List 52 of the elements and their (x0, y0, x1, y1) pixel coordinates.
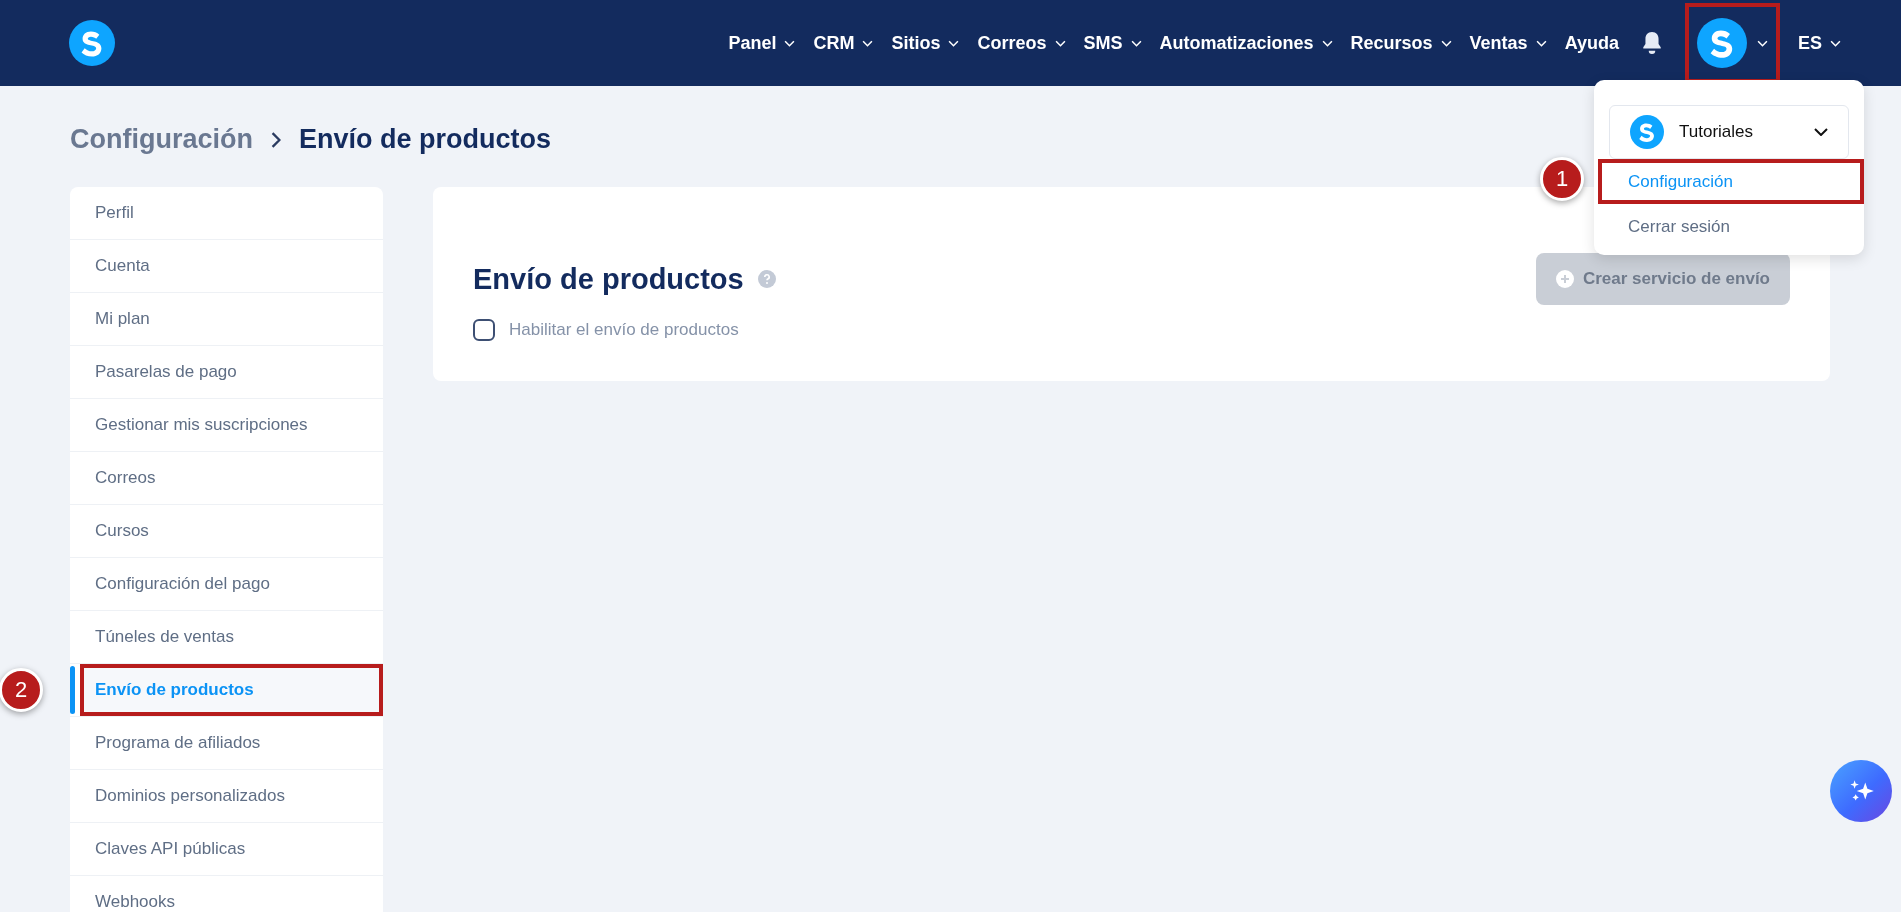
nav-menu-item[interactable]: Panel (728, 32, 796, 54)
nav-menu-item[interactable]: Ventas (1469, 32, 1547, 54)
sidebar-item[interactable]: Webhooks (70, 876, 383, 912)
step-marker: 2 (0, 668, 43, 712)
sidebar-item[interactable]: Claves API públicas (70, 823, 383, 875)
nav-menu-item[interactable]: Recursos (1350, 32, 1452, 54)
nav-menu-item[interactable]: Automatizaciones (1159, 32, 1333, 54)
chevron-down-icon (862, 39, 874, 47)
chevron-down-icon (1054, 39, 1066, 47)
sidebar-item[interactable]: Gestionar mis suscripciones (70, 399, 383, 451)
bell-icon[interactable] (1641, 31, 1663, 55)
dropdown-menu-item[interactable]: Configuración (1598, 159, 1864, 204)
page-title: Envío de productos (299, 124, 552, 155)
nav-menu-item[interactable]: CRM (813, 32, 874, 54)
chevron-down-icon (1535, 39, 1547, 47)
avatar-logo-icon (1697, 18, 1747, 68)
sidebar-item[interactable]: Perfil (70, 187, 383, 239)
sidebar-item[interactable]: Cursos (70, 505, 383, 557)
chevron-down-icon (1321, 39, 1333, 47)
sidebar-item[interactable]: Dominios personalizados (70, 770, 383, 822)
step-marker: 1 (1540, 157, 1584, 201)
sidebar-item[interactable]: Pasarelas de pago (70, 346, 383, 398)
checkbox-label: Habilitar el envío de productos (509, 320, 739, 340)
chevron-down-icon (1830, 39, 1841, 47)
nav-menu-item[interactable]: Ayuda (1564, 32, 1619, 54)
chevron-down-icon (784, 39, 796, 47)
sidebar-item[interactable]: Envío de productos (80, 664, 383, 716)
chevron-down-icon (1814, 128, 1828, 136)
section-title: Envío de productos (473, 262, 744, 296)
dropdown-menu-item[interactable]: Cerrar sesión (1598, 204, 1864, 249)
chevron-down-icon (1440, 39, 1452, 47)
sidebar-item[interactable]: Túneles de ventas (70, 611, 383, 663)
checkbox[interactable] (473, 319, 495, 341)
sidebar-item[interactable]: Programa de afiliados (70, 717, 383, 769)
nav-menu-item[interactable]: SMS (1083, 32, 1142, 54)
account-selector[interactable]: Tutoriales (1609, 105, 1849, 159)
nav-menu-item[interactable]: Correos (977, 32, 1066, 54)
sidebar-item[interactable]: Mi plan (70, 293, 383, 345)
nav-menu-item[interactable]: Sitios (891, 32, 960, 54)
chevron-down-icon (948, 39, 960, 47)
logo-icon[interactable] (69, 20, 115, 66)
sidebar-item[interactable]: Correos (70, 452, 383, 504)
breadcrumb-link[interactable]: Configuración (70, 124, 253, 155)
sidebar-item[interactable]: Cuenta (70, 240, 383, 292)
logo-icon (1630, 115, 1664, 149)
account-menu-button[interactable] (1685, 3, 1780, 83)
language-menu[interactable]: ES (1798, 32, 1841, 54)
chevron-icon (1757, 39, 1768, 47)
plus-icon (1555, 270, 1574, 288)
sidebar-item[interactable]: Configuración del pago (70, 558, 383, 610)
chevron-right-icon (271, 131, 281, 148)
chevron-down-icon (1130, 39, 1142, 47)
